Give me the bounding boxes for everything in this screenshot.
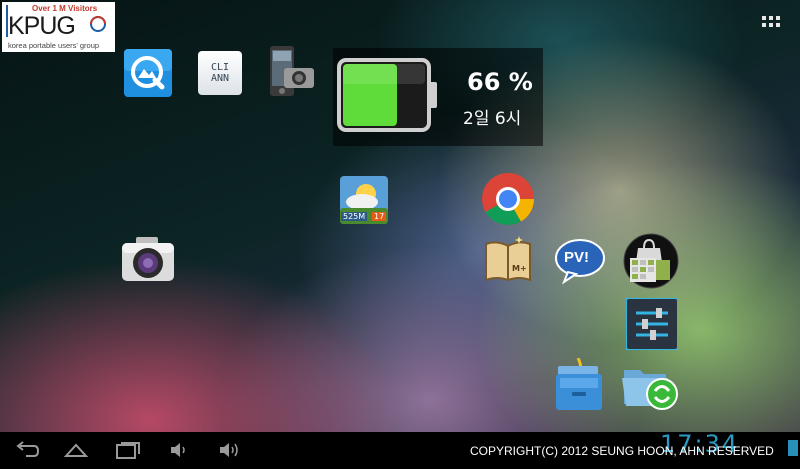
chrome-icon[interactable] [480, 171, 536, 227]
clinn-label: CLI ANN [210, 62, 230, 84]
quickpic-icon[interactable] [124, 49, 172, 97]
app-grid-icon[interactable] [762, 16, 782, 28]
pv-icon[interactable]: PV! [554, 238, 606, 284]
settings-icon[interactable] [626, 298, 678, 350]
weather-badge-right: 17 [372, 212, 387, 221]
copyright-text: COPYRIGHT(C) 2012 SEUNG HOON, AHN RESERV… [470, 444, 774, 458]
back-icon[interactable] [14, 439, 40, 461]
kpug-logo: Over 1 M Visitors KPUG korea portable us… [2, 2, 115, 52]
recent-apps-icon[interactable] [115, 439, 141, 461]
logo-subtitle: korea portable users' group [8, 41, 100, 50]
folder-sync-icon[interactable] [622, 358, 680, 412]
volume-up-icon[interactable] [218, 439, 240, 461]
clinn-icon[interactable]: CLI ANN [198, 51, 242, 95]
volume-down-icon[interactable] [168, 439, 190, 461]
wifi-icon [788, 440, 798, 456]
weather-icon[interactable]: 525M 17 [340, 176, 388, 224]
file-manager-icon[interactable] [556, 358, 606, 412]
battery-time-left: 2일 6시 [463, 109, 522, 129]
battery-percent: 66 % [467, 68, 533, 96]
battery-widget[interactable]: 66 % 2일 6시 [333, 48, 543, 146]
market-calendar-icon[interactable] [622, 232, 680, 290]
battery-icon [337, 58, 437, 132]
book-art [485, 236, 531, 282]
logo-name: KPUG [8, 12, 76, 40]
phone-camera-icon[interactable] [268, 46, 316, 100]
book-icon[interactable]: M+ [483, 234, 533, 282]
home-icon[interactable] [63, 439, 89, 461]
taegeuk-icon [90, 16, 106, 32]
camera-icon[interactable] [120, 237, 176, 283]
pv-label: PV! [564, 249, 590, 266]
book-label: M+ [512, 264, 527, 273]
home-screen: Over 1 M Visitors KPUG korea portable us… [0, 0, 800, 469]
weather-badge-left: 525M [341, 212, 368, 221]
